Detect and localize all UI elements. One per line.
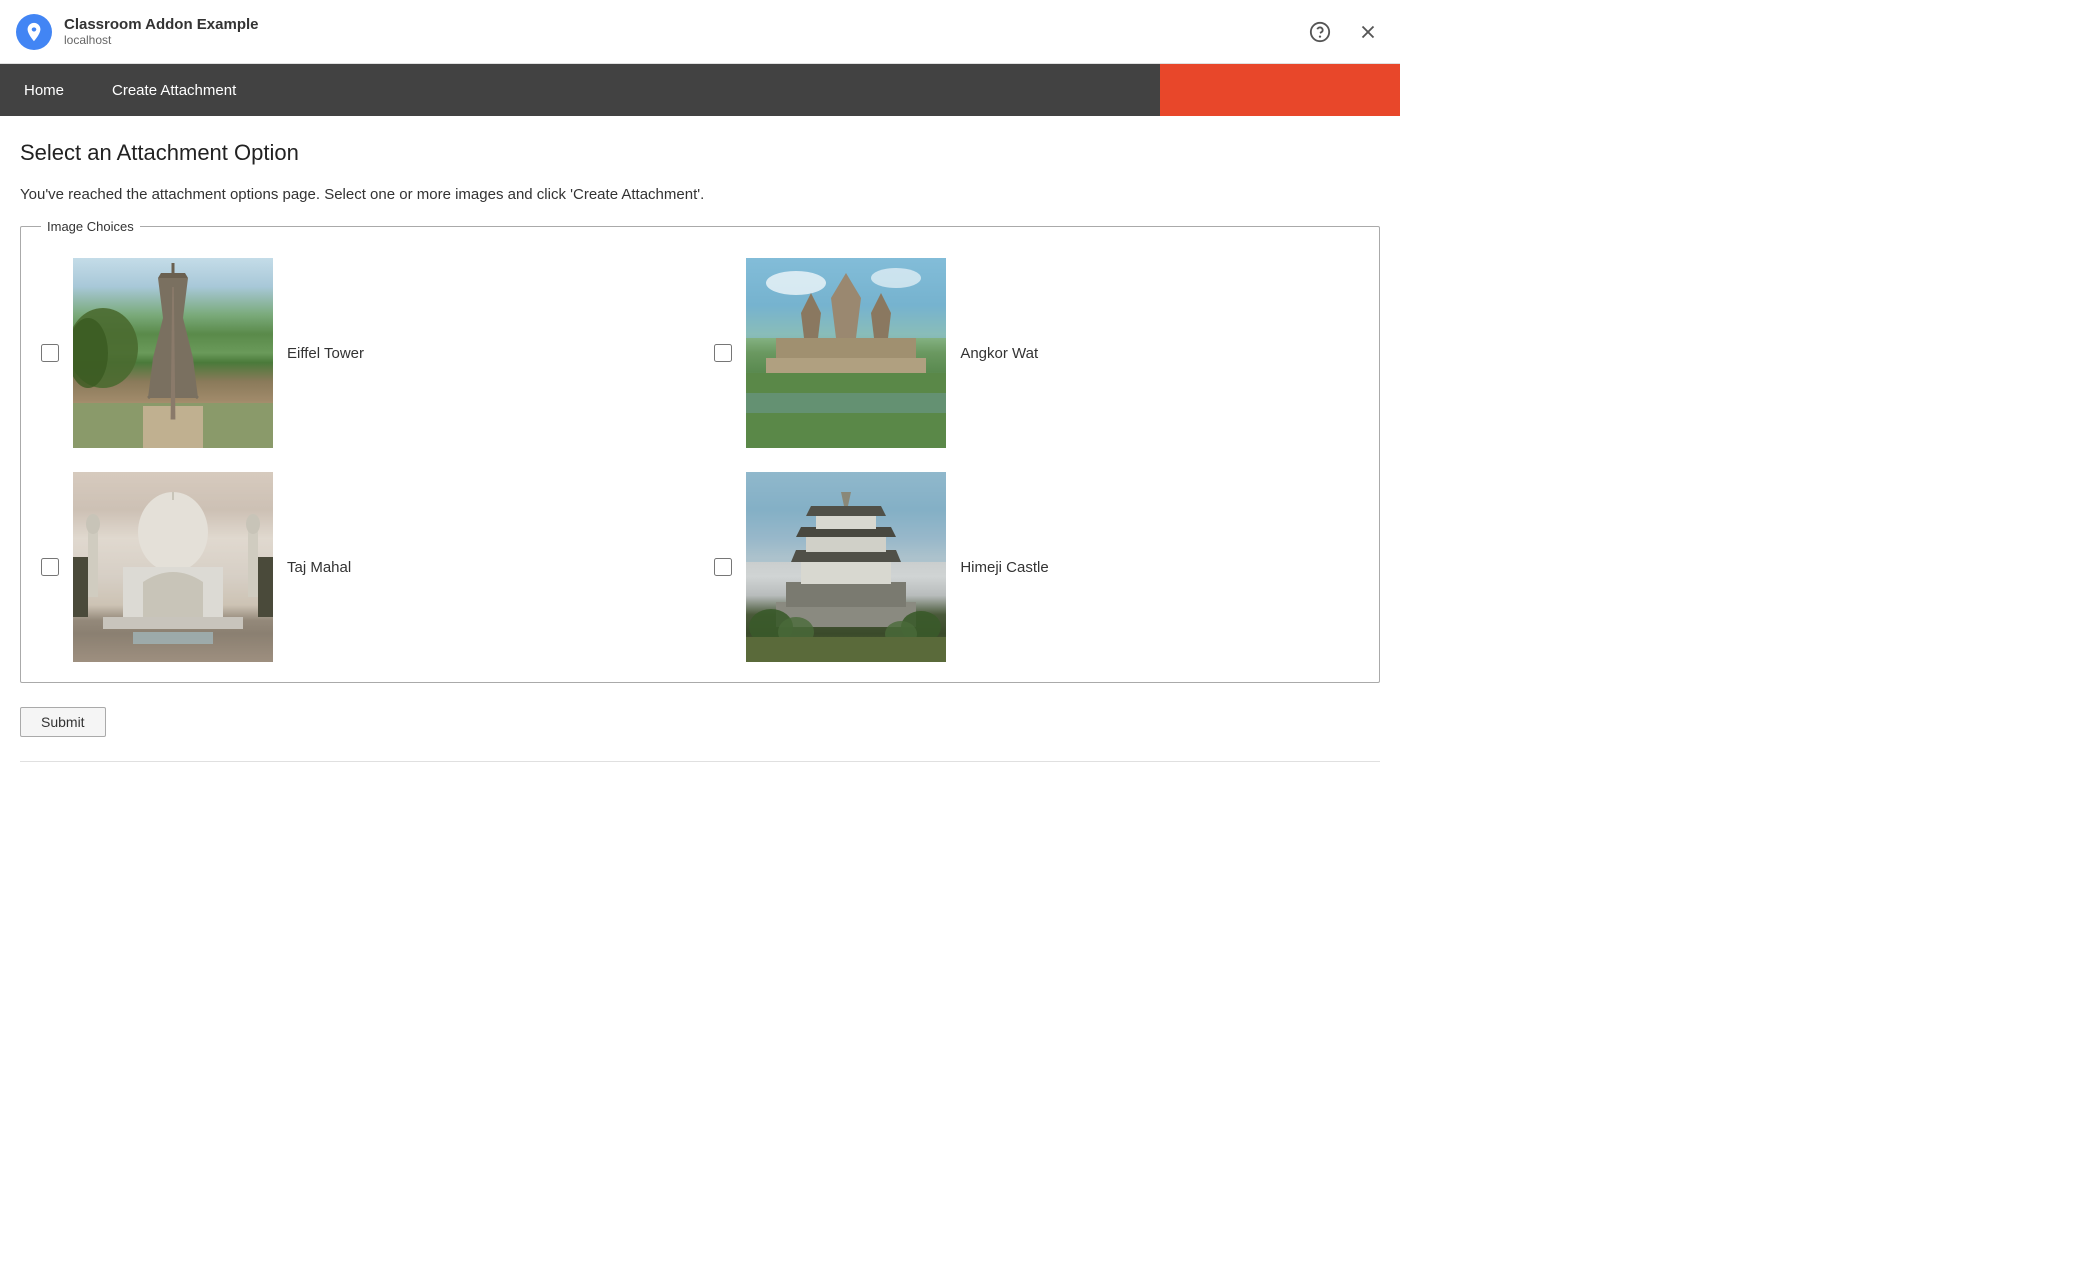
app-title-text: Classroom Addon Example localhost: [64, 16, 259, 47]
app-url: localhost: [64, 33, 259, 47]
image-item-eiffel: Eiffel Tower: [41, 258, 674, 448]
bottom-divider: [20, 761, 1380, 762]
image-angkor: [746, 258, 946, 448]
image-item-taj: Taj Mahal: [41, 472, 674, 662]
nav-spacer: [260, 64, 1160, 116]
checkbox-angkor[interactable]: [714, 344, 732, 362]
submit-button[interactable]: Submit: [20, 707, 106, 737]
help-button[interactable]: [1304, 16, 1336, 48]
nav-item-create-attachment[interactable]: Create Attachment: [88, 64, 260, 116]
image-grid: Eiffel Tower: [41, 258, 1359, 662]
label-eiffel: Eiffel Tower: [287, 345, 364, 362]
checkbox-taj[interactable]: [41, 558, 59, 576]
main-content: Select an Attachment Option You've reach…: [0, 116, 1400, 786]
page-description: You've reached the attachment options pa…: [20, 186, 1380, 203]
image-taj: [73, 472, 273, 662]
label-taj: Taj Mahal: [287, 559, 351, 576]
title-bar-left: Classroom Addon Example localhost: [16, 14, 259, 50]
image-eiffel: [73, 258, 273, 448]
app-icon: [16, 14, 52, 50]
nav-item-home[interactable]: Home: [0, 64, 88, 116]
title-bar-right: [1304, 16, 1384, 48]
nav-accent-block: [1160, 64, 1400, 116]
image-choices-fieldset: Image Choices: [20, 219, 1380, 683]
close-button[interactable]: [1352, 16, 1384, 48]
page-title: Select an Attachment Option: [20, 140, 1380, 166]
image-himeji: [746, 472, 946, 662]
nav-bar: Home Create Attachment: [0, 64, 1400, 116]
label-angkor: Angkor Wat: [960, 345, 1038, 362]
title-bar: Classroom Addon Example localhost: [0, 0, 1400, 64]
checkbox-eiffel[interactable]: [41, 344, 59, 362]
checkbox-himeji[interactable]: [714, 558, 732, 576]
image-item-angkor: Angkor Wat: [714, 258, 1359, 448]
image-choices-legend: Image Choices: [41, 219, 140, 234]
app-name: Classroom Addon Example: [64, 16, 259, 33]
image-item-himeji: Himeji Castle: [714, 472, 1359, 662]
label-himeji: Himeji Castle: [960, 559, 1048, 576]
